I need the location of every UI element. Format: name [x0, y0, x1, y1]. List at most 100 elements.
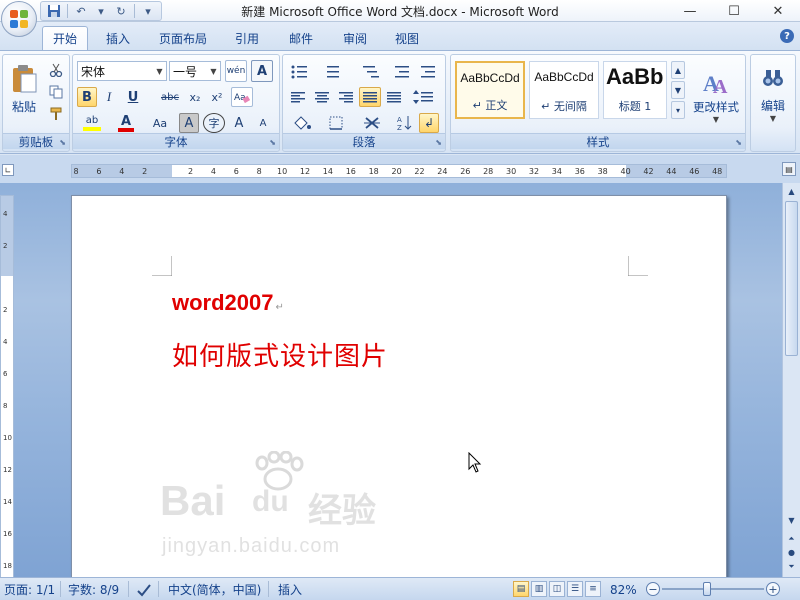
- zoom-slider-track[interactable]: [662, 588, 764, 590]
- style-no-spacing[interactable]: AaBbCcDd ↵ 无间隔: [529, 61, 599, 119]
- show-marks-button[interactable]: ↲: [419, 113, 439, 133]
- subscript-button[interactable]: x₂: [185, 87, 205, 107]
- line-spacing-button[interactable]: [409, 87, 439, 107]
- sort-button[interactable]: AZ: [395, 113, 415, 133]
- save-icon[interactable]: [45, 3, 63, 19]
- highlight-button[interactable]: ab: [77, 113, 107, 133]
- style-heading-1[interactable]: AaBb 标题 1: [603, 61, 667, 119]
- vertical-ruler[interactable]: 4 2 2 4 6 8 10 12 14 16 18: [0, 195, 14, 577]
- strikethrough-button[interactable]: abc: [157, 87, 183, 107]
- page-count[interactable]: 页面: 1/1: [4, 581, 55, 598]
- zoom-out-button[interactable]: −: [646, 582, 660, 596]
- web-layout-icon[interactable]: ◫: [549, 581, 565, 597]
- ruler-tick-label: 42: [643, 167, 654, 176]
- grow-font-button[interactable]: A: [229, 113, 249, 133]
- minimize-button[interactable]: —: [668, 0, 712, 22]
- horizontal-ruler[interactable]: 8 6 4 2 2 4 6 8 10 12 14 16 18 20 22 24 26 28 30 32 34 36 38 40…: [71, 164, 727, 178]
- multilevel-list-button[interactable]: [357, 60, 387, 82]
- browse-object-icon[interactable]: ●: [784, 545, 799, 560]
- font-launcher-icon[interactable]: ⬊: [269, 138, 276, 147]
- increase-indent-button[interactable]: [417, 60, 439, 82]
- tab-insert[interactable]: 插入: [96, 26, 140, 50]
- tab-references[interactable]: 引用: [226, 26, 268, 50]
- scroll-up-icon[interactable]: ▲: [784, 184, 799, 199]
- undo-icon[interactable]: ↶: [72, 3, 90, 19]
- undo-dropdown-icon[interactable]: ▾: [92, 3, 110, 19]
- next-page-icon[interactable]: ⏷: [784, 559, 799, 574]
- outline-view-icon[interactable]: ☰: [567, 581, 583, 597]
- help-icon[interactable]: ?: [780, 29, 794, 43]
- style-normal[interactable]: AaBbCcDd ↵ 正文: [455, 61, 525, 119]
- styles-scroll-up-icon[interactable]: ▲: [671, 61, 685, 79]
- format-painter-icon[interactable]: [47, 105, 65, 123]
- change-case-button[interactable]: Aa: [145, 113, 175, 133]
- close-button[interactable]: ✕: [756, 0, 800, 22]
- editing-button[interactable]: 编辑 ▼: [753, 59, 793, 131]
- insert-mode[interactable]: 插入: [278, 581, 302, 598]
- font-color-button[interactable]: A: [111, 113, 141, 133]
- tab-review[interactable]: 审阅: [334, 26, 376, 50]
- office-button[interactable]: [1, 1, 37, 37]
- numbering-button[interactable]: [321, 60, 351, 82]
- previous-page-icon[interactable]: ⏶: [784, 531, 799, 546]
- styles-scroll-down-icon[interactable]: ▼: [671, 81, 685, 99]
- underline-button[interactable]: U: [121, 87, 145, 107]
- borders-button[interactable]: [323, 113, 355, 133]
- customize-qat-icon[interactable]: ▾: [139, 3, 157, 19]
- italic-button[interactable]: I: [99, 87, 119, 107]
- vertical-scrollbar[interactable]: ▲ ▼ ⏶ ● ⏷: [782, 183, 800, 577]
- redo-icon[interactable]: ↻: [112, 3, 130, 19]
- bullets-button[interactable]: [287, 60, 317, 82]
- tab-page-layout[interactable]: 页面布局: [150, 26, 216, 50]
- draft-view-icon[interactable]: ≡: [585, 581, 601, 597]
- font-name-combo[interactable]: 宋体 ▼: [77, 61, 167, 81]
- tab-mailings[interactable]: 邮件: [280, 26, 322, 50]
- font-size-combo[interactable]: 一号 ▼: [169, 61, 221, 81]
- decrease-indent-button[interactable]: [391, 60, 413, 82]
- scroll-thumb[interactable]: [785, 201, 798, 356]
- print-layout-view-icon[interactable]: ▤: [513, 581, 529, 597]
- shading-button[interactable]: [287, 113, 319, 133]
- chevron-down-icon: ▼: [712, 114, 720, 124]
- superscript-button[interactable]: x²: [207, 87, 227, 107]
- tab-home[interactable]: 开始: [42, 26, 88, 50]
- zoom-in-button[interactable]: +: [766, 582, 780, 596]
- char-border-button[interactable]: A: [251, 60, 273, 82]
- zoom-level[interactable]: 82%: [610, 581, 637, 598]
- align-right-button[interactable]: [335, 87, 357, 107]
- clear-formatting-button[interactable]: Aa: [231, 87, 253, 107]
- chinese-layout-button[interactable]: [359, 113, 391, 133]
- char-shading-button[interactable]: A: [179, 113, 199, 133]
- phonetic-guide-button[interactable]: wén: [225, 60, 247, 82]
- align-left-button[interactable]: [287, 87, 309, 107]
- full-screen-reading-icon[interactable]: ▥: [531, 581, 547, 597]
- paragraph-launcher-icon[interactable]: ⬊: [435, 138, 442, 147]
- tab-stop-selector[interactable]: ∟: [2, 164, 14, 176]
- maximize-button[interactable]: ☐: [712, 0, 756, 22]
- paste-button[interactable]: 粘贴: [6, 59, 42, 119]
- language-indicator[interactable]: 中文(简体，中国): [168, 581, 261, 598]
- align-center-button[interactable]: [311, 87, 333, 107]
- document-heading[interactable]: word2007 ↵: [172, 290, 284, 316]
- bold-button[interactable]: B: [77, 87, 97, 107]
- justify-button[interactable]: [359, 87, 381, 107]
- distributed-button[interactable]: [383, 87, 405, 107]
- clipboard-launcher-icon[interactable]: ⬊: [59, 138, 66, 147]
- word-count[interactable]: 字数: 8/9: [68, 581, 119, 598]
- proofing-icon[interactable]: [136, 581, 152, 598]
- styles-more-icon[interactable]: ▾: [671, 101, 685, 119]
- ruler-tick-label: 36: [574, 167, 585, 176]
- style-sample: AaBbCcDd: [460, 71, 520, 85]
- cut-icon[interactable]: [47, 61, 65, 79]
- document-subtitle[interactable]: 如何版式设计图片: [172, 336, 388, 373]
- styles-launcher-icon[interactable]: ⬊: [735, 138, 742, 147]
- view-ruler-icon[interactable]: ▤: [782, 162, 796, 176]
- change-styles-button[interactable]: A A 更改样式 ▼: [689, 59, 743, 131]
- zoom-slider-thumb[interactable]: [703, 582, 711, 596]
- enclose-char-button[interactable]: 字: [203, 113, 225, 133]
- copy-icon[interactable]: [47, 83, 65, 101]
- tab-view[interactable]: 视图: [386, 26, 428, 50]
- shrink-font-button[interactable]: A: [253, 113, 273, 133]
- styles-group-label: 样式: [451, 133, 745, 149]
- scroll-down-icon[interactable]: ▼: [784, 513, 799, 528]
